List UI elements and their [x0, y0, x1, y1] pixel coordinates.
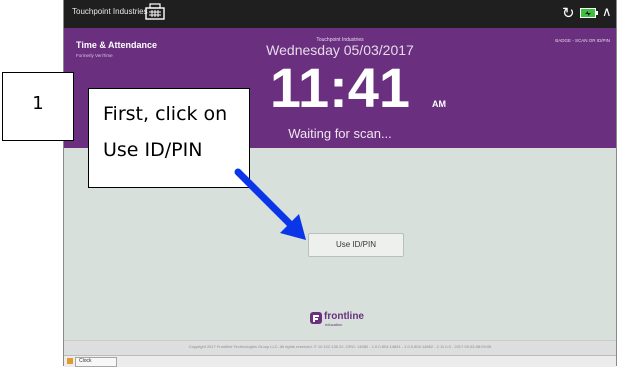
org-name: Touchpoint Industries — [72, 7, 148, 16]
footer: Copyright 2017 Frontline Technologies Gr… — [64, 340, 616, 355]
instruction-line-2: Use ID/PIN — [103, 139, 203, 161]
taskbar: Clock — [64, 355, 616, 367]
step-number: 1 — [32, 93, 44, 114]
brand-name: frontline — [324, 311, 364, 322]
kiosk-icon — [145, 3, 165, 20]
top-bar: Touchpoint Industries ↻ ∧ — [64, 0, 616, 28]
refresh-icon[interactable]: ↻ — [562, 5, 575, 21]
scan-hint: BADGE - SCAN OR ID/PIN — [555, 38, 610, 43]
frontline-logo-icon — [310, 312, 322, 324]
clock-app-icon — [67, 358, 73, 364]
copyright-text: Copyright 2017 Frontline Technologies Gr… — [188, 344, 492, 349]
chevron-up-icon[interactable]: ∧ — [602, 5, 612, 21]
use-id-pin-button[interactable]: Use ID/PIN — [308, 233, 404, 257]
brand-tagline: education — [325, 322, 343, 327]
taskbar-item-label: Clock — [79, 358, 92, 364]
clock-ampm: AM — [432, 99, 446, 109]
instruction-line-1: First, click on — [103, 103, 228, 125]
instruction-callout: First, click on Use ID/PIN — [88, 88, 250, 188]
step-number-box: 1 — [2, 72, 74, 141]
battery-icon — [580, 8, 598, 18]
